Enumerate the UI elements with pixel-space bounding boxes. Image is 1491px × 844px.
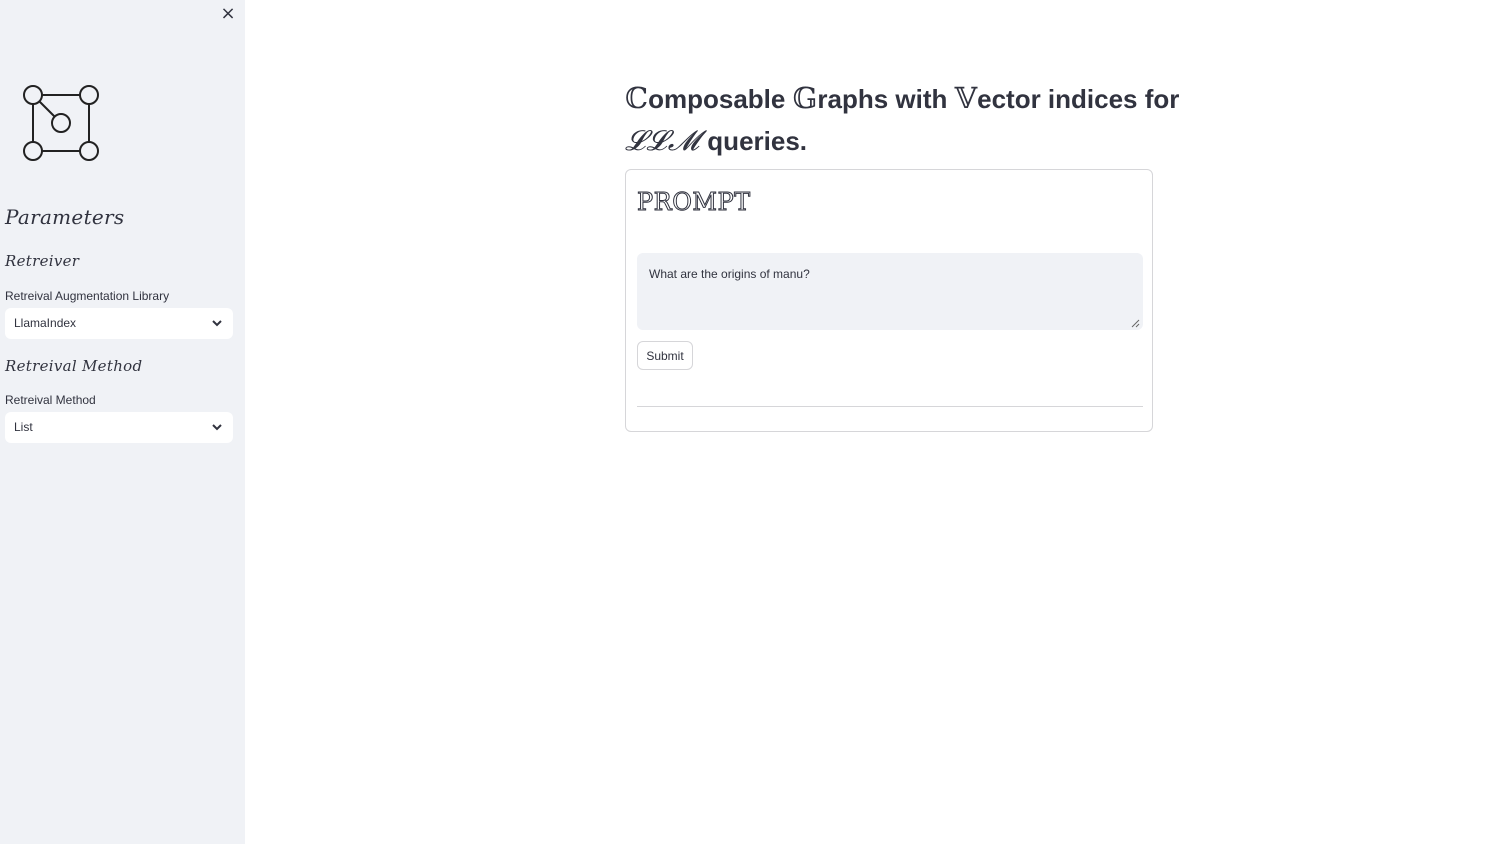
sidebar: × Parameters Retreiver Retreival Augment… — [0, 0, 245, 844]
library-select-value: LlamaIndex — [14, 316, 77, 330]
method-heading: Retreival Method — [5, 357, 143, 375]
chevron-down-icon — [212, 424, 222, 431]
parameters-heading: Parameters — [5, 205, 125, 229]
method-label: Retreival Method — [5, 393, 96, 407]
divider — [637, 406, 1143, 407]
resize-handle-icon[interactable] — [1131, 319, 1140, 328]
title-letter-v: 𝕍 — [954, 81, 978, 115]
title-llm: 𝓛𝓛𝓜 — [625, 124, 701, 157]
method-select[interactable]: List — [5, 412, 233, 443]
submit-button[interactable]: Submit — [637, 341, 693, 370]
title-text: queries. — [700, 126, 808, 156]
method-select-value: List — [14, 420, 33, 434]
library-label: Retreival Augmentation Library — [5, 289, 170, 303]
prompt-form: PROMPT Submit — [625, 169, 1153, 432]
title-text: omposable — [648, 84, 793, 114]
close-icon[interactable]: × — [218, 4, 238, 24]
page-title: ℂomposable 𝔾raphs with 𝕍ector indices fo… — [625, 78, 1185, 162]
prompt-input[interactable] — [637, 253, 1143, 330]
library-select[interactable]: LlamaIndex — [5, 308, 233, 339]
title-letter-g: 𝔾 — [792, 81, 818, 115]
prompt-heading: PROMPT — [637, 188, 751, 217]
chevron-down-icon — [212, 320, 222, 327]
title-text: ector indices for — [977, 84, 1180, 114]
retreiver-heading: Retreiver — [5, 252, 80, 270]
title-text: raphs with — [817, 84, 955, 114]
graph-logo-icon — [23, 85, 99, 161]
title-letter-c: ℂ — [625, 81, 649, 115]
